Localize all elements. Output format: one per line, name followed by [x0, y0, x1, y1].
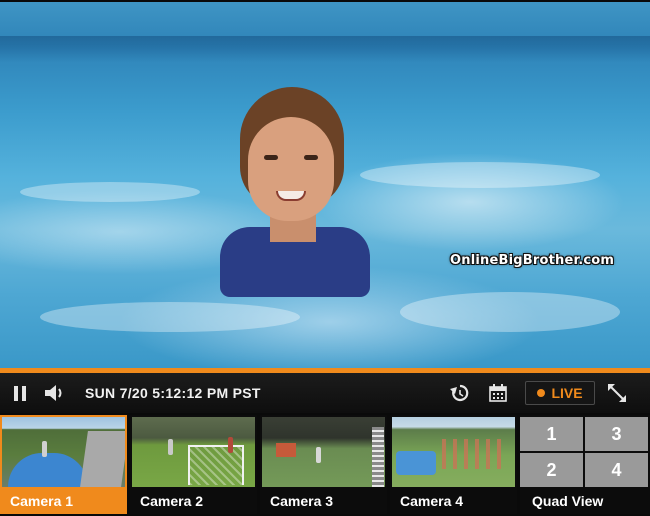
- water-shade: [0, 36, 650, 62]
- camera-1-label: Camera 1: [0, 488, 127, 514]
- volume-icon[interactable]: [42, 381, 68, 405]
- pause-icon[interactable]: [8, 381, 32, 405]
- swimmer-figure: [200, 87, 400, 317]
- camera-1-tab[interactable]: Camera 1: [0, 415, 127, 514]
- video-feed[interactable]: OnlineBigBrother.com: [0, 2, 650, 368]
- camera-4-tab[interactable]: Camera 4: [390, 415, 517, 514]
- water-ripple: [20, 182, 200, 202]
- replay-icon[interactable]: [448, 381, 472, 405]
- camera-2-thumbnail: [132, 417, 255, 487]
- broadcast-datetime: SUN 7/20 5:12:12 PM PST: [85, 385, 261, 401]
- water-ripple: [400, 292, 620, 332]
- camera-2-tab[interactable]: Camera 2: [130, 415, 257, 514]
- live-button[interactable]: LIVE: [525, 381, 595, 405]
- camera-4-label: Camera 4: [400, 493, 464, 509]
- camera-2-label: Camera 2: [140, 493, 204, 509]
- quad-cell-4: 4: [585, 453, 648, 487]
- camera-3-tab[interactable]: Camera 3: [260, 415, 387, 514]
- quad-cell-2: 2: [520, 453, 583, 487]
- quad-view-grid: 1 3 2 4: [520, 417, 648, 487]
- quad-cell-1: 1: [520, 417, 583, 451]
- camera-4-thumbnail: [392, 417, 515, 487]
- quad-view-label: Quad View: [532, 493, 604, 509]
- live-dot-icon: [537, 389, 546, 397]
- live-label: LIVE: [551, 385, 583, 401]
- quad-cell-3: 3: [585, 417, 648, 451]
- video-player: OnlineBigBrother.com SUN 7/20 5:12:12 PM…: [0, 0, 650, 516]
- watermark: OnlineBigBrother.com: [450, 253, 615, 268]
- control-bar: SUN 7/20 5:12:12 PM PST LIVE: [0, 373, 650, 413]
- fullscreen-icon[interactable]: [604, 380, 630, 406]
- calendar-icon[interactable]: [486, 381, 510, 405]
- camera-3-label: Camera 3: [270, 493, 334, 509]
- camera-1-thumbnail: [2, 417, 125, 487]
- camera-3-thumbnail: [262, 417, 385, 487]
- quad-view-tab[interactable]: 1 3 2 4 Quad View: [520, 415, 650, 514]
- camera-selector: Camera 1 Camera 2 Camera 3 Camera 4 1 3 …: [0, 413, 650, 516]
